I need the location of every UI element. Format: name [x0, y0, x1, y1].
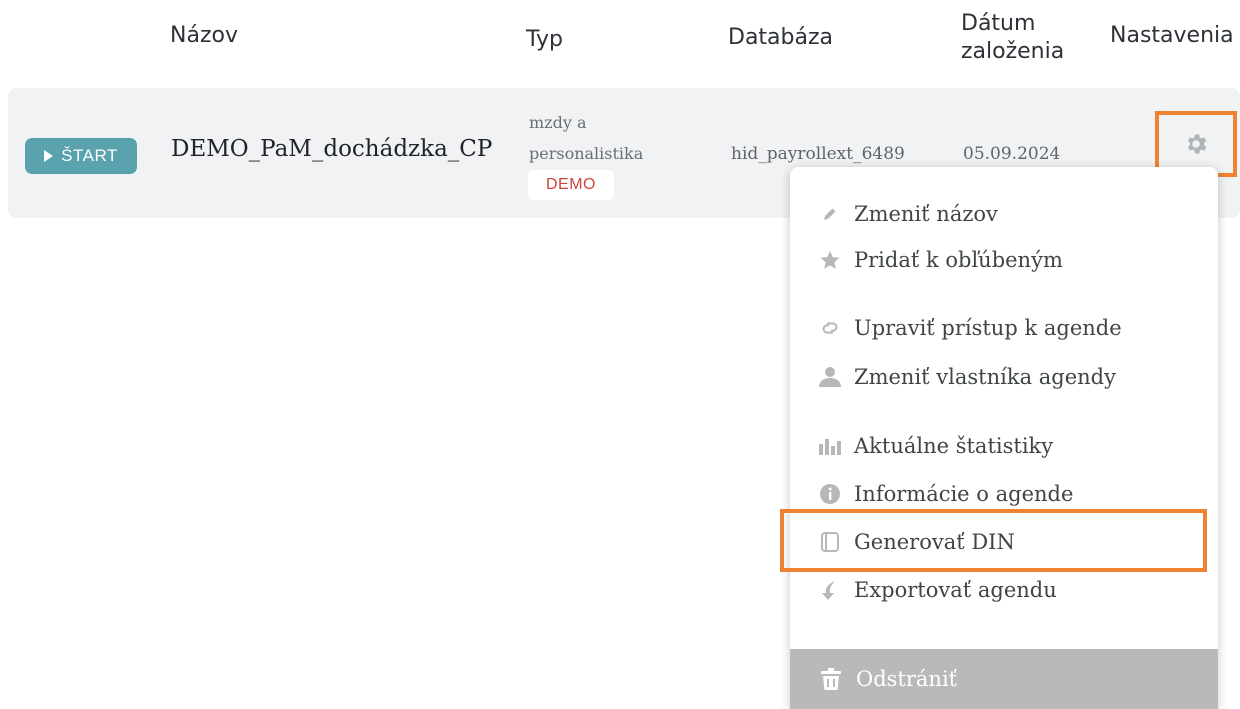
menu-item-rename[interactable]: Zmeniť názov	[790, 194, 1218, 234]
column-header-created: Dátum založenia	[961, 10, 1064, 66]
menu-item-export[interactable]: Exportovať agendu	[790, 570, 1218, 610]
settings-menu: Zmeniť názov Pridať k obľúbeným Upraviť …	[790, 167, 1218, 709]
user-icon	[818, 365, 842, 389]
play-icon	[44, 150, 54, 162]
agenda-type-line1: mzdy a	[529, 113, 587, 132]
agenda-name: DEMO_PaM_dochádzka_CP	[171, 136, 493, 162]
start-button[interactable]: ŠTART	[25, 138, 137, 174]
column-header-name: Názov	[170, 23, 238, 48]
demo-badge: DEMO	[528, 170, 614, 200]
menu-item-label: Aktuálne štatistiky	[854, 434, 1054, 458]
export-icon	[818, 578, 842, 602]
column-header-type: Typ	[526, 27, 563, 52]
star-icon	[818, 248, 842, 272]
menu-item-edit-access[interactable]: Upraviť prístup k agende	[790, 308, 1218, 348]
menu-item-delete[interactable]: Odstrániť	[790, 649, 1218, 709]
link-icon	[818, 316, 842, 340]
trash-icon	[818, 666, 844, 692]
column-header-database: Databáza	[728, 25, 834, 50]
menu-item-label: Generovať DIN	[854, 530, 1015, 554]
info-icon	[818, 482, 842, 506]
column-header-created-line1: Dátum	[961, 11, 1036, 36]
menu-item-change-owner[interactable]: Zmeniť vlastníka agendy	[790, 357, 1218, 397]
column-header-settings: Nastavenia	[1110, 23, 1234, 48]
column-header-created-line2: založenia	[961, 39, 1065, 64]
menu-item-generate-din[interactable]: Generovať DIN	[790, 522, 1218, 562]
menu-item-label: Zmeniť názov	[854, 202, 998, 226]
pencil-icon	[818, 202, 842, 226]
menu-item-info[interactable]: Informácie o agende	[790, 474, 1218, 514]
menu-item-statistics[interactable]: Aktuálne štatistiky	[790, 426, 1218, 466]
document-icon	[818, 530, 842, 554]
gear-icon	[1187, 134, 1207, 154]
menu-item-label: Zmeniť vlastníka agendy	[854, 365, 1116, 389]
agenda-type-line2: personalistika	[529, 144, 644, 163]
bar-chart-icon	[818, 434, 842, 458]
database-name: hid_payrollext_6489	[731, 144, 905, 164]
menu-item-label: Informácie o agende	[854, 482, 1074, 506]
menu-item-label: Pridať k obľúbeným	[854, 248, 1063, 272]
menu-item-label: Upraviť prístup k agende	[854, 316, 1122, 340]
created-date: 05.09.2024	[963, 144, 1061, 164]
menu-item-label: Exportovať agendu	[854, 578, 1057, 602]
menu-item-delete-label: Odstrániť	[856, 667, 958, 691]
menu-item-add-favorite[interactable]: Pridať k obľúbeným	[790, 240, 1218, 280]
start-button-label: ŠTART	[61, 146, 118, 165]
